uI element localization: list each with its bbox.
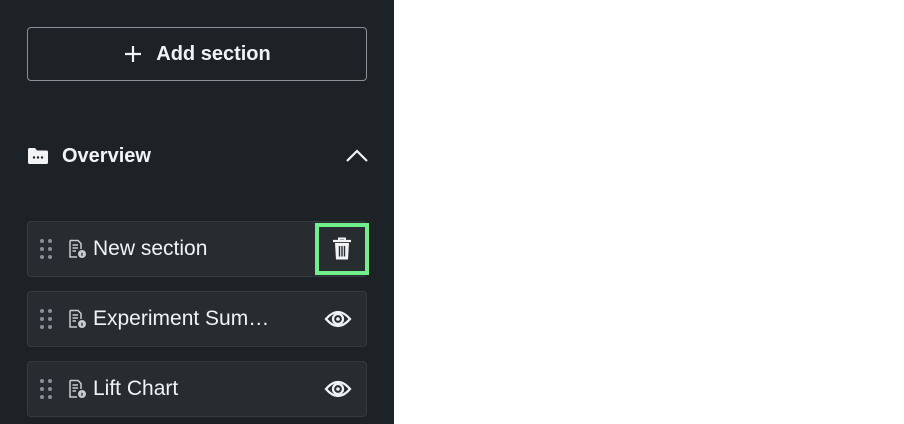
trash-icon	[332, 237, 352, 261]
report-sections-sidebar: Add section Overview New section Experim…	[0, 0, 394, 424]
section-item[interactable]: New section	[27, 221, 369, 277]
add-section-label: Add section	[156, 42, 271, 65]
section-item-label: Experiment Sum…	[93, 307, 270, 330]
main-content-area	[394, 0, 904, 424]
toggle-visibility-button[interactable]	[310, 291, 366, 347]
section-item-label: Lift Chart	[93, 377, 179, 400]
toggle-visibility-button[interactable]	[310, 361, 366, 417]
delete-section-button[interactable]	[315, 223, 369, 275]
group-title: Overview	[62, 144, 151, 167]
section-item-label: New section	[93, 237, 208, 260]
eye-icon	[324, 309, 352, 329]
drag-handle-icon[interactable]	[39, 378, 53, 400]
section-group-overview[interactable]: Overview	[27, 136, 369, 176]
document-info-icon	[67, 379, 87, 399]
drag-handle-icon[interactable]	[39, 238, 53, 260]
plus-icon	[123, 44, 143, 64]
document-info-icon	[67, 239, 87, 259]
eye-icon	[324, 379, 352, 399]
document-info-icon	[67, 309, 87, 329]
section-item[interactable]: Experiment Sum…	[27, 291, 367, 347]
section-item[interactable]: Lift Chart	[27, 361, 367, 417]
chevron-up-icon[interactable]	[345, 149, 369, 163]
drag-handle-icon[interactable]	[39, 308, 53, 330]
add-section-button[interactable]: Add section	[27, 27, 367, 81]
folder-icon	[27, 147, 49, 165]
